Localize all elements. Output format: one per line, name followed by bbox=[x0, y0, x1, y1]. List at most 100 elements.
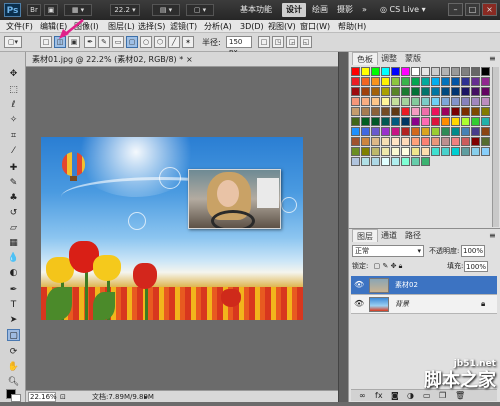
color-swatch[interactable] bbox=[401, 157, 410, 166]
color-swatch[interactable] bbox=[441, 137, 450, 146]
menu-analysis[interactable]: 分析(A) bbox=[204, 20, 232, 33]
color-swatch[interactable] bbox=[471, 137, 480, 146]
blend-mode-select[interactable]: 正常 ▾ bbox=[352, 245, 424, 257]
color-swatch[interactable] bbox=[381, 87, 390, 96]
line-shape-icon[interactable]: ╱ bbox=[168, 36, 180, 48]
color-swatch[interactable] bbox=[381, 97, 390, 106]
tab-paths[interactable]: 路径 bbox=[401, 229, 425, 242]
pasted-photo-layer[interactable] bbox=[188, 169, 281, 229]
color-swatch[interactable] bbox=[371, 87, 380, 96]
color-swatch[interactable] bbox=[421, 137, 430, 146]
color-swatch[interactable] bbox=[451, 137, 460, 146]
color-swatch[interactable] bbox=[411, 137, 420, 146]
color-swatch[interactable] bbox=[401, 137, 410, 146]
color-swatch[interactable] bbox=[361, 77, 370, 86]
color-swatch[interactable] bbox=[481, 107, 490, 116]
color-swatch[interactable] bbox=[411, 77, 420, 86]
color-swatch[interactable] bbox=[421, 97, 430, 106]
layers-menu-icon[interactable]: ≡ bbox=[489, 231, 496, 241]
color-swatch[interactable] bbox=[371, 107, 380, 116]
canvas-image[interactable] bbox=[41, 137, 303, 320]
tool-preset-picker[interactable]: ▢▾ bbox=[4, 36, 22, 48]
color-swatch[interactable] bbox=[441, 147, 450, 156]
color-swatch[interactable] bbox=[431, 97, 440, 106]
quick-select-tool-icon[interactable]: ✧ bbox=[7, 114, 20, 126]
color-swatch[interactable] bbox=[411, 107, 420, 116]
color-swatch[interactable] bbox=[371, 77, 380, 86]
color-swatch[interactable] bbox=[371, 147, 380, 156]
menu-select[interactable]: 选择(S) bbox=[138, 20, 165, 33]
color-swatch[interactable] bbox=[361, 67, 370, 76]
color-swatch[interactable] bbox=[431, 137, 440, 146]
color-swatch[interactable] bbox=[381, 147, 390, 156]
lasso-tool-icon[interactable]: ℓ bbox=[7, 99, 20, 111]
hand-tool-icon[interactable]: ✋ bbox=[7, 361, 20, 373]
zoom-level-dropdown[interactable]: 22.2 ▾ bbox=[110, 4, 140, 16]
pen-tool-icon-2[interactable]: ✒ bbox=[7, 284, 20, 296]
maximize-button[interactable]: □ bbox=[465, 3, 480, 16]
color-swatch[interactable] bbox=[431, 87, 440, 96]
color-swatch[interactable] bbox=[471, 67, 480, 76]
color-swatch[interactable] bbox=[391, 67, 400, 76]
color-swatch[interactable] bbox=[411, 127, 420, 136]
color-swatch[interactable] bbox=[421, 67, 430, 76]
color-swatch[interactable] bbox=[401, 67, 410, 76]
color-swatch[interactable] bbox=[421, 157, 430, 166]
menu-filter[interactable]: 滤镜(T) bbox=[170, 20, 197, 33]
panel-menu-icon[interactable]: ≡ bbox=[489, 54, 496, 64]
combine-add-icon[interactable]: ◳ bbox=[272, 36, 284, 48]
color-swatch[interactable] bbox=[401, 97, 410, 106]
radius-input[interactable]: 150 px bbox=[226, 36, 252, 56]
color-swatch[interactable] bbox=[391, 77, 400, 86]
color-swatch[interactable] bbox=[401, 127, 410, 136]
color-swatch[interactable] bbox=[461, 67, 470, 76]
color-swatch[interactable] bbox=[461, 137, 470, 146]
custom-shape-icon[interactable]: ✶ bbox=[182, 36, 194, 48]
blur-tool-icon[interactable]: 💧 bbox=[7, 252, 20, 264]
color-swatch[interactable] bbox=[471, 127, 480, 136]
color-swatch[interactable] bbox=[411, 67, 420, 76]
color-swatch[interactable] bbox=[471, 97, 480, 106]
move-tool-icon[interactable]: ✥ bbox=[7, 68, 20, 80]
pen-tool-icon[interactable]: ✒ bbox=[84, 36, 96, 48]
menu-view[interactable]: 视图(V) bbox=[268, 20, 296, 33]
color-swatch[interactable] bbox=[441, 117, 450, 126]
color-swatch[interactable] bbox=[361, 127, 370, 136]
color-swatch[interactable] bbox=[371, 127, 380, 136]
color-swatch[interactable] bbox=[441, 67, 450, 76]
menu-window[interactable]: 窗口(W) bbox=[300, 20, 330, 33]
color-swatch[interactable] bbox=[391, 97, 400, 106]
color-swatch[interactable] bbox=[361, 157, 370, 166]
color-swatch[interactable] bbox=[451, 87, 460, 96]
cs-live-button[interactable]: ◎ CS Live ▾ bbox=[380, 3, 426, 17]
color-swatch[interactable] bbox=[451, 127, 460, 136]
color-swatch[interactable] bbox=[481, 117, 490, 126]
document-close-icon[interactable]: × bbox=[186, 54, 193, 65]
brush-tool-icon[interactable]: ✎ bbox=[7, 177, 20, 189]
menu-layer[interactable]: 图层(L) bbox=[108, 20, 135, 33]
color-swatch[interactable] bbox=[391, 107, 400, 116]
color-swatch[interactable] bbox=[351, 107, 360, 116]
bridge-button[interactable]: Br bbox=[27, 4, 41, 16]
layer-row[interactable]: 👁︎ 素材02 bbox=[351, 276, 497, 295]
color-swatch[interactable] bbox=[431, 77, 440, 86]
marquee-tool-icon[interactable]: ⬚ bbox=[7, 84, 20, 96]
background-color-swatch[interactable] bbox=[11, 394, 21, 402]
color-swatch[interactable] bbox=[351, 77, 360, 86]
color-swatch[interactable] bbox=[351, 97, 360, 106]
visibility-eye-icon[interactable]: 👁︎ bbox=[354, 280, 364, 290]
healing-brush-tool-icon[interactable]: ✚ bbox=[7, 162, 20, 174]
color-swatch[interactable] bbox=[421, 77, 430, 86]
3d-rotate-tool-icon[interactable]: ⟳ bbox=[7, 346, 20, 358]
color-swatch[interactable] bbox=[481, 127, 490, 136]
lock-all-icon[interactable]: 🔒︎ bbox=[399, 262, 403, 270]
color-swatch[interactable] bbox=[461, 77, 470, 86]
color-swatch[interactable] bbox=[431, 127, 440, 136]
type-tool-icon[interactable]: T bbox=[7, 299, 20, 311]
color-swatch[interactable] bbox=[381, 127, 390, 136]
color-swatch[interactable] bbox=[381, 157, 390, 166]
color-swatch[interactable] bbox=[421, 117, 430, 126]
tab-layers[interactable]: 图层 bbox=[352, 229, 378, 242]
rounded-rectangle-icon[interactable]: ▢ bbox=[126, 36, 138, 48]
color-swatch[interactable] bbox=[381, 77, 390, 86]
